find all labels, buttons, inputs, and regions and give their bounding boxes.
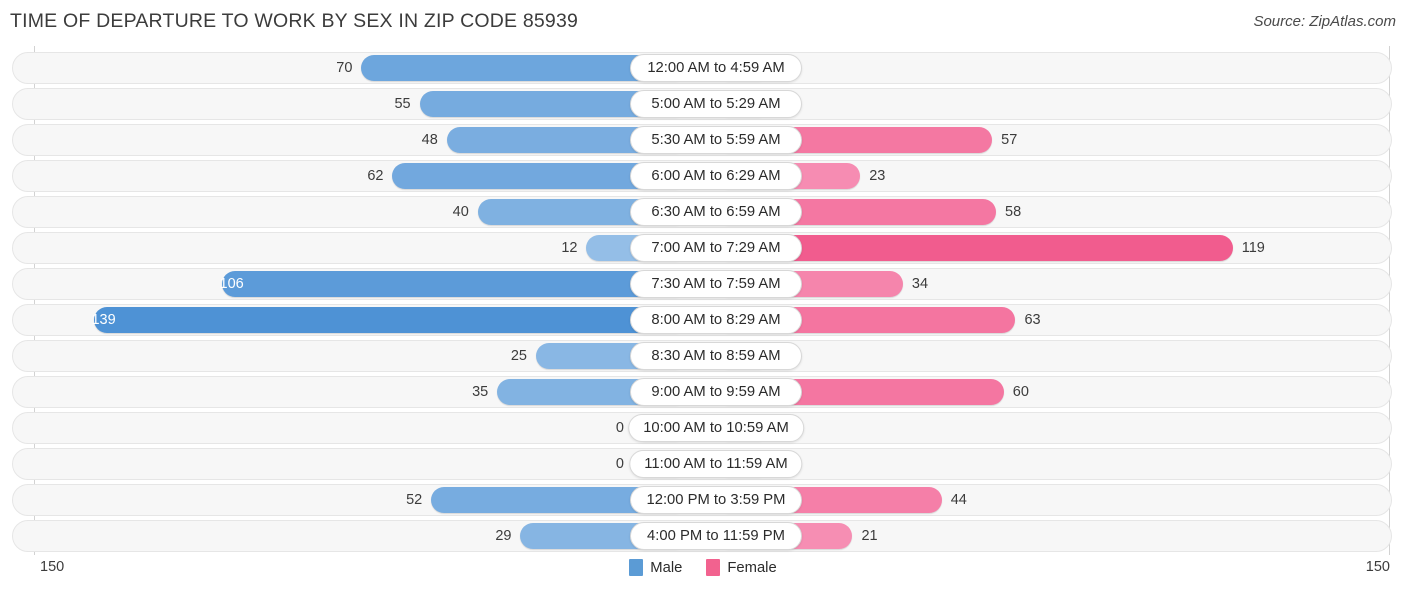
chart-row: 12 119 7:00 AM to 7:29 AM	[12, 232, 1392, 264]
chart-footer: 150 150 Male Female	[0, 551, 1406, 595]
chart-header: TIME OF DEPARTURE TO WORK BY SEX IN ZIP …	[0, 0, 1406, 46]
category-label: 12:00 AM to 4:59 AM	[630, 54, 802, 82]
category-label: 12:00 PM to 3:59 PM	[630, 486, 802, 514]
bar-value-male: 12	[561, 239, 578, 256]
chart-row: 48 57 5:30 AM to 5:59 AM	[12, 124, 1392, 156]
bar-value-female: 34	[911, 275, 929, 292]
legend-item-male[interactable]: Male	[629, 559, 682, 576]
bar-value-female: 44	[950, 491, 967, 508]
category-label: 8:30 AM to 8:59 AM	[630, 342, 802, 370]
legend-swatch-male-icon	[629, 559, 644, 576]
bar-value-male: 29	[495, 527, 512, 544]
bar-value-female: 119	[1241, 239, 1265, 256]
bar-value-male: 40	[452, 203, 469, 220]
bar-value-female: 58	[1005, 203, 1022, 220]
bar-male[interactable]	[93, 307, 688, 333]
bar-value-male: 48	[421, 131, 438, 148]
chart-row-track: 48 57 5:30 AM to 5:59 AM	[13, 125, 1391, 155]
chart-row-track: 139 63 8:00 AM to 8:29 AM	[13, 305, 1391, 335]
bar-value-female: 63	[1024, 311, 1041, 328]
bar-value-male: 139	[91, 311, 116, 328]
category-label: 10:00 AM to 10:59 AM	[628, 414, 804, 442]
bar-value-female: 21	[861, 527, 878, 544]
category-label: 8:00 AM to 8:29 AM	[630, 306, 802, 334]
chart-row-track: 29 21 4:00 PM to 11:59 PM	[13, 521, 1391, 551]
bar-value-male: 70	[336, 59, 353, 76]
bar-value-male: 62	[367, 167, 384, 184]
chart-row: 70012:00 AM to 4:59 AM	[12, 52, 1392, 84]
chart-row-track: 52 44 12:00 PM to 3:59 PM	[13, 485, 1391, 515]
chart-row: 0011:00 AM to 11:59 AM	[12, 448, 1392, 480]
chart-row-track: 70012:00 AM to 4:59 AM	[13, 53, 1391, 83]
category-label: 7:30 AM to 7:59 AM	[630, 270, 802, 298]
chart-row: 5505:00 AM to 5:29 AM	[12, 88, 1392, 120]
chart-legend: Male Female	[0, 559, 1406, 576]
chart-row: 52 44 12:00 PM to 3:59 PM	[12, 484, 1392, 516]
bar-value-female: 23	[869, 167, 886, 184]
category-label: 6:30 AM to 6:59 AM	[630, 198, 802, 226]
chart-row: 35 60 9:00 AM to 9:59 AM	[12, 376, 1392, 408]
legend-label-female: Female	[727, 559, 777, 576]
chart-row: 40 58 6:30 AM to 6:59 AM	[12, 196, 1392, 228]
chart-row-track: 2508:30 AM to 8:59 AM	[13, 341, 1391, 371]
bar-value-male: 106	[219, 275, 244, 292]
bar-value-female: 60	[1012, 383, 1029, 400]
bar-rows-container: 70012:00 AM to 4:59 AM5505:00 AM to 5:29…	[0, 46, 1406, 552]
bar-value-male: 35	[472, 383, 489, 400]
category-label: 6:00 AM to 6:29 AM	[630, 162, 802, 190]
bar-value-female: 57	[1001, 131, 1018, 148]
category-label: 7:00 AM to 7:29 AM	[630, 234, 802, 262]
bar-value-male: 0	[615, 455, 624, 472]
legend-swatch-female-icon	[706, 559, 721, 576]
bar-male[interactable]	[221, 271, 688, 297]
legend-item-female[interactable]: Female	[706, 559, 777, 576]
bar-value-male: 52	[406, 491, 423, 508]
chart-page: TIME OF DEPARTURE TO WORK BY SEX IN ZIP …	[0, 0, 1406, 595]
category-label: 11:00 AM to 11:59 AM	[629, 450, 803, 478]
chart-plot-area: 70012:00 AM to 4:59 AM5505:00 AM to 5:29…	[0, 46, 1406, 555]
chart-row-track: 5505:00 AM to 5:29 AM	[13, 89, 1391, 119]
legend-label-male: Male	[650, 559, 683, 576]
chart-row-track: 62 23 6:00 AM to 6:29 AM	[13, 161, 1391, 191]
bar-value-male: 55	[394, 95, 411, 112]
category-label: 5:00 AM to 5:29 AM	[630, 90, 802, 118]
chart-row: 139 63 8:00 AM to 8:29 AM	[12, 304, 1392, 336]
chart-row-track: 106 34 7:30 AM to 7:59 AM	[13, 269, 1391, 299]
page-title: TIME OF DEPARTURE TO WORK BY SEX IN ZIP …	[10, 10, 579, 32]
source-attribution: Source: ZipAtlas.com	[1253, 13, 1396, 30]
chart-row: 62 23 6:00 AM to 6:29 AM	[12, 160, 1392, 192]
chart-row: 106 34 7:30 AM to 7:59 AM	[12, 268, 1392, 300]
category-label: 4:00 PM to 11:59 PM	[630, 522, 802, 550]
chart-row: 29 21 4:00 PM to 11:59 PM	[12, 520, 1392, 552]
chart-row: 2508:30 AM to 8:59 AM	[12, 340, 1392, 372]
chart-row-track: 0011:00 AM to 11:59 AM	[13, 449, 1391, 479]
chart-row-track: 35 60 9:00 AM to 9:59 AM	[13, 377, 1391, 407]
chart-row-track: 40 58 6:30 AM to 6:59 AM	[13, 197, 1391, 227]
chart-row-track: 0010:00 AM to 10:59 AM	[13, 413, 1391, 443]
bar-value-male: 25	[510, 347, 527, 364]
bar-value-male: 0	[615, 419, 624, 436]
category-label: 9:00 AM to 9:59 AM	[630, 378, 802, 406]
category-label: 5:30 AM to 5:59 AM	[630, 126, 802, 154]
chart-row: 0010:00 AM to 10:59 AM	[12, 412, 1392, 444]
chart-row-track: 12 119 7:00 AM to 7:29 AM	[13, 233, 1391, 263]
